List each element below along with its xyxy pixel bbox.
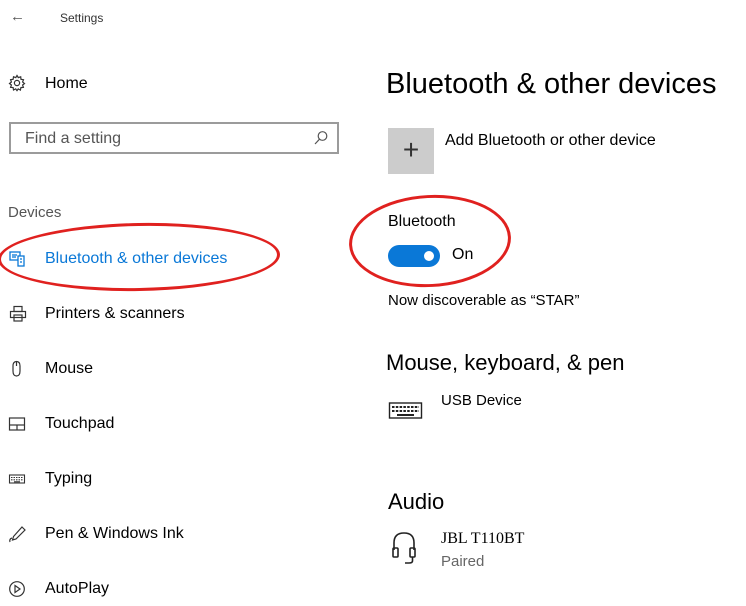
bluetooth-toggle[interactable] <box>388 245 440 267</box>
add-device-button[interactable]: + <box>388 128 434 174</box>
touchpad-icon <box>8 415 28 433</box>
device-name-jbl[interactable]: JBL T110BT <box>441 530 524 548</box>
sidebar-item-label: AutoPlay <box>45 580 110 597</box>
pen-icon <box>8 525 28 543</box>
sidebar-item-printers[interactable]: Printers & scanners <box>0 297 345 331</box>
home-link[interactable]: Home <box>45 75 88 93</box>
sidebar-item-label: Touchpad <box>45 415 115 432</box>
annotation-ring <box>346 190 514 292</box>
page-title: Bluetooth & other devices <box>386 68 717 100</box>
sidebar-item-label: Mouse <box>45 360 94 377</box>
bluetooth-devices-icon <box>8 250 28 268</box>
search-box[interactable] <box>9 122 339 154</box>
sidebar-item-label: Pen & Windows Ink <box>45 525 184 542</box>
device-status: Paired <box>441 553 485 570</box>
sidebar-item-bluetooth[interactable]: Bluetooth & other devices <box>0 242 345 276</box>
back-arrow-icon[interactable]: ← <box>10 8 25 25</box>
sidebar-item-label: Printers & scanners <box>45 305 185 322</box>
section-title-mouse-keyboard: Mouse, keyboard, & pen <box>386 350 625 375</box>
sidebar-item-label: Typing <box>45 470 93 487</box>
section-title-audio: Audio <box>388 489 445 514</box>
bluetooth-label: Bluetooth <box>388 213 456 230</box>
gear-icon <box>8 74 26 92</box>
toggle-knob <box>424 251 434 261</box>
search-input[interactable] <box>23 125 317 153</box>
keyboard-icon <box>8 470 28 488</box>
sidebar-item-typing[interactable]: Typing <box>0 462 345 496</box>
plus-icon: + <box>402 134 420 165</box>
add-device-label[interactable]: Add Bluetooth or other device <box>445 132 656 150</box>
mouse-icon <box>8 360 28 378</box>
sidebar-item-pen[interactable]: Pen & Windows Ink <box>0 517 345 551</box>
device-name-usb[interactable]: USB Device <box>441 392 522 409</box>
discoverable-text: Now discoverable as “STAR” <box>388 292 580 309</box>
keyboard-icon <box>388 399 424 421</box>
bluetooth-toggle-state: On <box>452 246 474 263</box>
window-title: Settings <box>60 11 104 25</box>
sidebar-item-touchpad[interactable]: Touchpad <box>0 407 345 441</box>
printer-icon <box>8 305 28 323</box>
section-label-devices: Devices <box>8 204 62 221</box>
sidebar-item-mouse[interactable]: Mouse <box>0 352 345 386</box>
headphones-icon <box>391 530 417 566</box>
sidebar-item-label: Bluetooth & other devices <box>45 250 228 267</box>
search-icon[interactable] <box>313 130 329 146</box>
autoplay-icon <box>8 580 28 598</box>
